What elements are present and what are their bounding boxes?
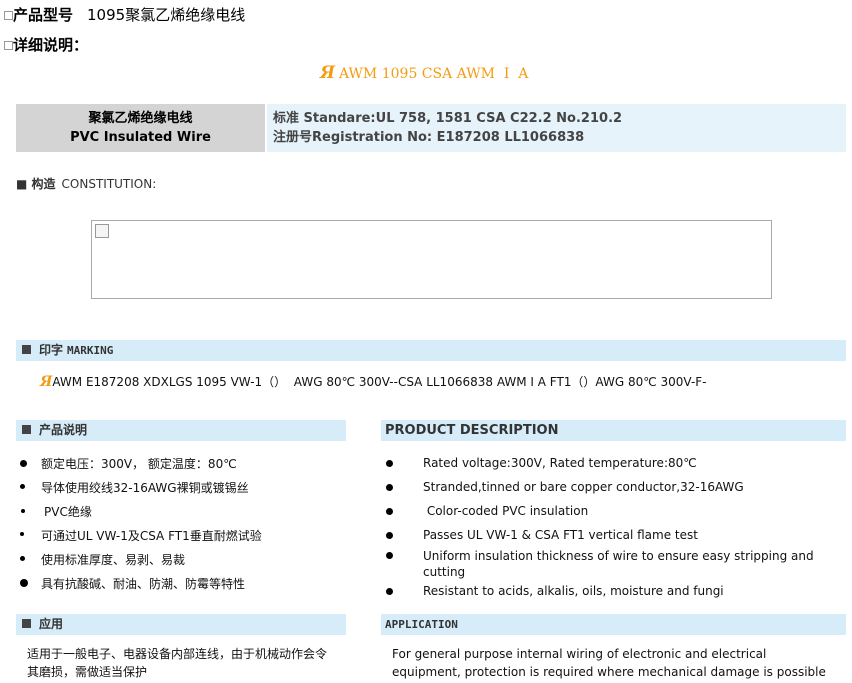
bullet-square-icon — [4, 11, 13, 20]
block-square-icon — [22, 619, 31, 628]
details-line: 详细说明： — [4, 34, 88, 55]
spec-standard: 标准 Standare:UL 758, 1581 CSA C22.2 No.21… — [273, 111, 623, 126]
block-square-icon — [22, 425, 31, 434]
marking-text: AWM E187208 XDXLGS 1095 VW-1（） AWG 80℃ 3… — [52, 375, 707, 389]
construction-label-cn: ■ 构造 — [16, 177, 56, 191]
bullet-dot-icon — [20, 460, 27, 467]
application-en-bar: APPLICATION — [381, 614, 846, 635]
marking-label-en: MARKING — [67, 344, 114, 357]
spec-registration: 注册号Registration No: E187208 LL1066838 — [273, 130, 585, 145]
bullet-dot-icon — [20, 484, 25, 489]
bullet-dot-icon — [21, 509, 25, 513]
construction-heading: ■ 构造 CONSTITUTION: — [16, 175, 156, 192]
product-en-bar: PRODUCT DESCRIPTION — [381, 420, 846, 441]
bullet-dot-icon — [386, 508, 393, 515]
bullet-dot-icon — [386, 460, 393, 467]
marking-bar: 印字 MARKING — [16, 340, 846, 361]
construction-label-en: CONSTITUTION: — [61, 177, 157, 191]
block-square-icon — [22, 345, 31, 354]
broken-image-icon — [95, 224, 109, 238]
product-en-title: PRODUCT DESCRIPTION — [385, 423, 559, 438]
application-cn-bar: 应用 — [16, 614, 346, 635]
bullet-dot-icon — [386, 484, 393, 491]
application-cn-title: 应用 — [39, 617, 64, 631]
product-model-line: 产品型号 1095聚氯乙烯绝缘电线 — [4, 4, 245, 25]
construction-image-placeholder — [91, 220, 772, 299]
ul-logo-icon: Я — [320, 63, 335, 83]
bullet-dot-icon — [386, 552, 393, 559]
product-cn-bar: 产品说明 — [16, 420, 346, 441]
ul-logo-icon: Я — [40, 374, 53, 390]
awm-heading: Я AWM 1095 CSA AWM Ⅰ A — [320, 63, 528, 83]
spec-name-cell: 聚氯乙烯绝缘电线 PVC Insulated Wire — [16, 104, 265, 152]
product-model-value: 1095聚氯乙烯绝缘电线 — [87, 6, 246, 24]
spec-standard-cell: 标准 Standare:UL 758, 1581 CSA C22.2 No.21… — [265, 104, 846, 152]
bullet-dot-icon — [386, 532, 393, 539]
bullet-dot-icon — [20, 579, 28, 587]
spec-name-cn: 聚氯乙烯绝缘电线 — [88, 111, 193, 126]
application-en-text: For general purpose internal wiring of e… — [392, 647, 826, 679]
spec-name-en: PVC Insulated Wire — [70, 130, 211, 145]
spec-table: 聚氯乙烯绝缘电线 PVC Insulated Wire 标准 Standare:… — [16, 104, 846, 152]
product-cn-title: 产品说明 — [39, 423, 88, 437]
bullet-dot-icon — [20, 532, 24, 536]
awm-heading-text: AWM 1095 CSA AWM Ⅰ A — [339, 66, 529, 82]
application-cn-text: 适用于一般电子、电器设备内部连线，由于机械动作会令其磨损，需做适当保护 — [27, 647, 328, 679]
details-label: 详细说明： — [13, 36, 89, 54]
bullet-dot-icon — [386, 588, 393, 595]
product-model-label: 产品型号 — [13, 6, 74, 24]
marking-line: ЯAWM E187208 XDXLGS 1095 VW-1（） AWG 80℃ … — [40, 373, 707, 390]
bullet-square-icon — [4, 41, 13, 50]
marking-label-cn: 印字 — [39, 343, 64, 357]
bullet-dot-icon — [20, 556, 25, 561]
application-en-title: APPLICATION — [385, 618, 458, 631]
